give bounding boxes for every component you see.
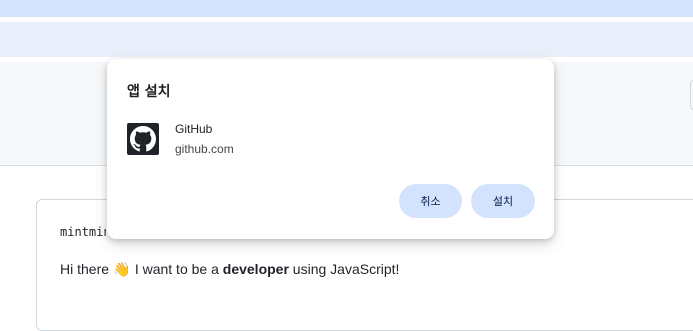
- waving-hand-icon: 👋: [113, 261, 131, 277]
- install-app-dialog: 앱 설치 GitHub github.com 취소 설치: [107, 59, 554, 239]
- github-icon: [127, 123, 159, 155]
- browser-tabstrip: [0, 0, 693, 17]
- readme-text: I want to be a: [134, 261, 219, 277]
- install-button[interactable]: 설치: [471, 184, 535, 218]
- app-url: github.com: [175, 142, 234, 156]
- readme-bold-text: developer: [222, 261, 289, 277]
- readme-greeting: Hi there: [60, 261, 110, 277]
- cancel-button[interactable]: 취소: [399, 184, 462, 218]
- app-name: GitHub: [175, 122, 213, 136]
- dialog-title: 앱 설치: [127, 84, 171, 100]
- readme-title: mintmin: [60, 225, 106, 239]
- readme-text-end: using JavaScript!: [292, 261, 400, 277]
- readme-intro-line: Hi there 👋 I want to be a developer usin…: [60, 261, 399, 278]
- browser-toolbar: [0, 22, 693, 57]
